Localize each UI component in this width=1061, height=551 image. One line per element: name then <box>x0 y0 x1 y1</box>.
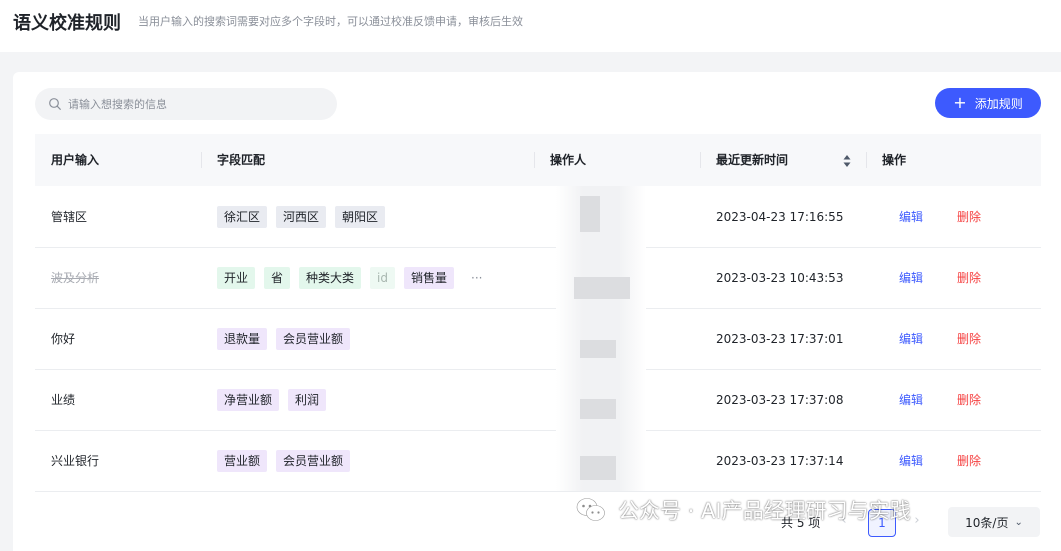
edit-link[interactable]: 编辑 <box>899 430 923 491</box>
add-rule-label: 添加规则 <box>974 96 1023 111</box>
redaction-block <box>580 456 616 480</box>
field-match-cell: 徐汇区 河西区 朝阳区 <box>217 186 394 247</box>
redaction-block <box>574 277 630 299</box>
page-description: 当用户输入的搜索词需要对应多个字段时，可以通过校准反馈申请，审核后生效 <box>138 15 523 28</box>
operator-cell-redacted <box>556 308 646 369</box>
field-tag: 营业额 <box>217 449 268 472</box>
column-divider <box>866 152 867 168</box>
field-tag: 开业 <box>217 266 256 289</box>
page-size-label: 10条/页 <box>965 515 1009 530</box>
user-input-cell: 波及分析 <box>51 271 100 285</box>
table-row: 你好 退款量 会员营业额 2023-03-23 17:37:01 编辑 删除 <box>35 308 1041 370</box>
updated-time-cell: 2023-03-23 17:37:08 <box>716 392 844 407</box>
field-match-cell: 净营业额 利润 <box>217 369 335 430</box>
table-header: 用户输入 字段匹配 操作人 最近更新时间 操作 <box>35 134 1041 186</box>
updated-time-cell: 2023-03-23 17:37:14 <box>716 453 844 468</box>
user-input-cell: 兴业银行 <box>51 454 100 468</box>
more-tags-button[interactable]: ··· <box>471 271 482 285</box>
updated-time-cell: 2023-04-23 17:16:55 <box>716 209 844 224</box>
column-divider <box>201 152 202 168</box>
field-match-cell: 退款量 会员营业额 <box>217 308 359 369</box>
edit-link[interactable]: 编辑 <box>899 186 923 247</box>
field-tag: 徐汇区 <box>217 205 268 228</box>
column-header-updated-time: 最近更新时间 <box>716 153 789 167</box>
delete-link[interactable]: 删除 <box>957 369 981 430</box>
page-size-select[interactable]: 10条/页 ⌄ <box>948 507 1040 537</box>
watermark-text: 公众号 · AI产品经理研习与实践 <box>618 499 911 523</box>
table-row: 波及分析 开业 省 种类大类 id 销售量 ··· 2023-03-23 10:… <box>35 247 1041 309</box>
wechat-logo-icon <box>576 498 605 521</box>
table-row: 业绩 净营业额 利润 2023-03-23 17:37:08 编辑 删除 <box>35 369 1041 431</box>
field-tag: 会员营业额 <box>276 327 351 350</box>
chevron-down-icon: ⌄ <box>1014 516 1023 528</box>
field-tag: 会员营业额 <box>276 449 351 472</box>
operator-cell-redacted <box>556 369 646 430</box>
column-header-field-match: 字段匹配 <box>217 153 266 167</box>
operator-cell-redacted <box>556 430 646 491</box>
table-row: 兴业银行 营业额 会员营业额 2023-03-23 17:37:14 编辑 删除 <box>35 430 1041 492</box>
edit-link[interactable]: 编辑 <box>899 308 923 369</box>
edit-link[interactable]: 编辑 <box>899 369 923 430</box>
delete-link[interactable]: 删除 <box>957 247 981 308</box>
user-input-cell: 你好 <box>51 332 76 346</box>
field-tag: 省 <box>264 266 291 289</box>
page-title: 语义校准规则 <box>13 13 121 34</box>
column-header-user-input: 用户输入 <box>51 153 100 167</box>
delete-link[interactable]: 删除 <box>957 308 981 369</box>
field-tag: 河西区 <box>276 205 327 228</box>
page-header: 语义校准规则 当用户输入的搜索词需要对应多个字段时，可以通过校准反馈申请，审核后… <box>0 0 1061 52</box>
search-input[interactable] <box>66 96 330 112</box>
rules-card: + 添加规则 用户输入 字段匹配 操作人 最近更新时间 操作 管辖区 徐汇区 河… <box>13 72 1061 551</box>
column-divider <box>700 152 701 168</box>
table-row: 管辖区 徐汇区 河西区 朝阳区 2023-04-23 17:16:55 编辑 删… <box>35 186 1041 248</box>
field-match-cell: 开业 省 种类大类 id 销售量 ··· <box>217 247 482 308</box>
edit-link[interactable]: 编辑 <box>899 247 923 308</box>
field-tag: id <box>370 266 395 289</box>
user-input-cell: 业绩 <box>51 393 76 407</box>
plus-icon: + <box>953 93 967 112</box>
field-tag: 退款量 <box>217 327 268 350</box>
search-box[interactable] <box>35 88 337 120</box>
field-tag: 利润 <box>288 388 327 411</box>
redaction-block <box>580 340 616 358</box>
column-divider <box>534 152 535 168</box>
field-tag: 种类大类 <box>299 266 362 289</box>
updated-time-cell: 2023-03-23 17:37:01 <box>716 331 844 346</box>
add-rule-button[interactable]: + 添加规则 <box>935 88 1041 118</box>
user-input-cell: 管辖区 <box>51 210 88 224</box>
field-tag: 销售量 <box>404 266 455 289</box>
column-header-operator: 操作人 <box>550 153 587 167</box>
updated-time-cell: 2023-03-23 10:43:53 <box>716 270 844 285</box>
field-tag: 朝阳区 <box>335 205 386 228</box>
column-header-actions: 操作 <box>882 153 907 167</box>
field-match-cell: 营业额 会员营业额 <box>217 430 359 491</box>
operator-cell-redacted <box>556 247 646 308</box>
watermark: 公众号 · AI产品经理研习与实践 <box>576 493 911 527</box>
redaction-block <box>580 196 600 232</box>
delete-link[interactable]: 删除 <box>957 430 981 491</box>
delete-link[interactable]: 删除 <box>957 186 981 247</box>
sort-icon[interactable] <box>843 154 851 168</box>
search-icon <box>49 98 61 110</box>
field-tag: 净营业额 <box>217 388 280 411</box>
operator-cell-redacted <box>556 186 646 247</box>
redaction-block <box>580 399 616 419</box>
